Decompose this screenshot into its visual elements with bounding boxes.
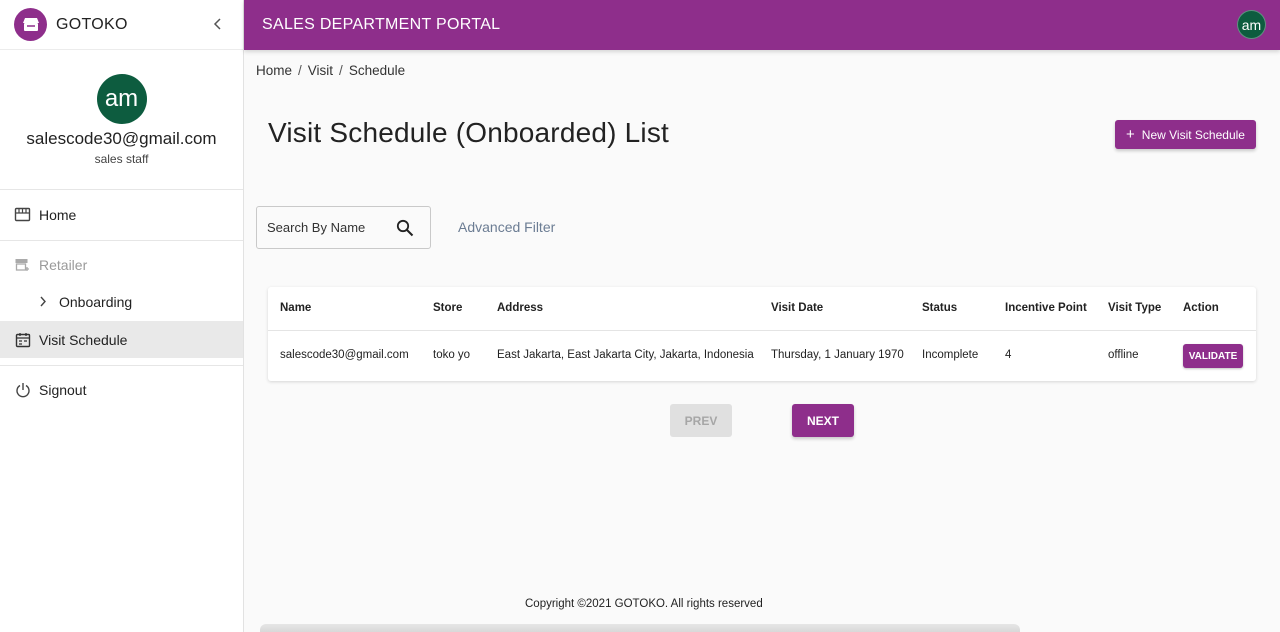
cell-name: salescode30@gmail.com <box>280 349 409 361</box>
breadcrumb-visit[interactable]: Visit <box>308 63 333 78</box>
header-title: SALES DEPARTMENT PORTAL <box>262 16 501 33</box>
column-header-address: Address <box>497 302 544 314</box>
breadcrumb-home[interactable]: Home <box>256 63 292 78</box>
new-visit-schedule-button[interactable]: + New Visit Schedule <box>1115 120 1256 149</box>
sidebar-item-label: Retailer <box>39 256 88 273</box>
brand: GOTOKO <box>0 0 243 50</box>
user-profile: am salescode30@gmail.com sales staff <box>0 50 243 190</box>
breadcrumb-separator: / <box>339 63 343 78</box>
sidebar-item-label: Signout <box>39 381 87 398</box>
column-header-action: Action <box>1183 302 1219 314</box>
power-icon <box>14 381 31 398</box>
search-icon[interactable] <box>396 219 414 237</box>
visit-schedule-table: Name Store Address Visit Date Status Inc… <box>268 287 1256 381</box>
cell-visit-date: Thursday, 1 January 1970 <box>771 349 904 361</box>
cell-status: Incomplete <box>922 349 979 361</box>
sidebar-item-retailer: Retailer <box>0 246 243 283</box>
column-header-visit-date: Visit Date <box>771 302 824 314</box>
sidebar-item-label: Home <box>39 206 77 223</box>
plus-icon: + <box>1126 126 1135 143</box>
footer-bar <box>260 624 1020 632</box>
search-input[interactable] <box>267 220 387 235</box>
sidebar-item-home[interactable]: Home <box>0 196 243 233</box>
breadcrumb-separator: / <box>298 63 302 78</box>
storefront-icon <box>14 206 31 223</box>
page-title: Visit Schedule (Onboarded) List <box>268 117 670 148</box>
sidebar-item-onboarding[interactable]: Onboarding <box>0 283 243 320</box>
avatar: am <box>96 74 147 124</box>
next-page-button[interactable]: NEXT <box>792 404 854 437</box>
profile-email: salescode30@gmail.com <box>26 129 217 148</box>
sidebar-item-label: Onboarding <box>59 293 133 310</box>
cell-visit-type: offline <box>1108 349 1139 361</box>
top-header: SALES DEPARTMENT PORTAL am <box>244 0 1280 50</box>
footer-copyright: Copyright ©2021 GOTOKO. All rights reser… <box>525 598 763 610</box>
cell-address: East Jakarta, East Jakarta City, Jakarta… <box>497 349 754 361</box>
column-header-name: Name <box>280 302 312 314</box>
user-avatar-button[interactable]: am <box>1237 10 1266 39</box>
divider <box>0 240 243 241</box>
calendar-icon <box>14 331 31 348</box>
column-header-store: Store <box>433 302 463 314</box>
search-box <box>256 206 431 249</box>
chevron-left-icon[interactable] <box>208 14 228 34</box>
cell-incentive-point: 4 <box>1005 349 1012 361</box>
validate-button[interactable]: VALIDATE <box>1183 344 1243 368</box>
new-visit-schedule-label: New Visit Schedule <box>1141 127 1245 142</box>
breadcrumb-schedule: Schedule <box>348 63 406 78</box>
store-icon <box>14 8 47 41</box>
cell-store: toko yo <box>433 349 471 361</box>
chevron-right-icon <box>34 293 51 310</box>
store-add-icon <box>14 256 31 273</box>
divider <box>0 365 243 366</box>
sidebar-item-signout[interactable]: Signout <box>0 371 243 408</box>
breadcrumb: Home / Visit / Schedule <box>256 63 405 78</box>
divider <box>268 330 1256 331</box>
advanced-filter-link[interactable]: Advanced Filter <box>458 219 555 235</box>
column-header-visit-type: Visit Type <box>1108 302 1162 314</box>
sidebar-item-visit-schedule[interactable]: Visit Schedule <box>0 321 243 358</box>
sidebar-item-label: Visit Schedule <box>39 331 128 348</box>
prev-page-button: PREV <box>670 404 732 437</box>
brand-name: GOTOKO <box>56 15 128 33</box>
column-header-incentive-point: Incentive Point <box>1005 302 1087 314</box>
column-header-status: Status <box>922 302 958 314</box>
sidebar: GOTOKO am salescode30@gmail.com sales st… <box>0 0 244 632</box>
profile-role: sales staff <box>94 152 149 166</box>
